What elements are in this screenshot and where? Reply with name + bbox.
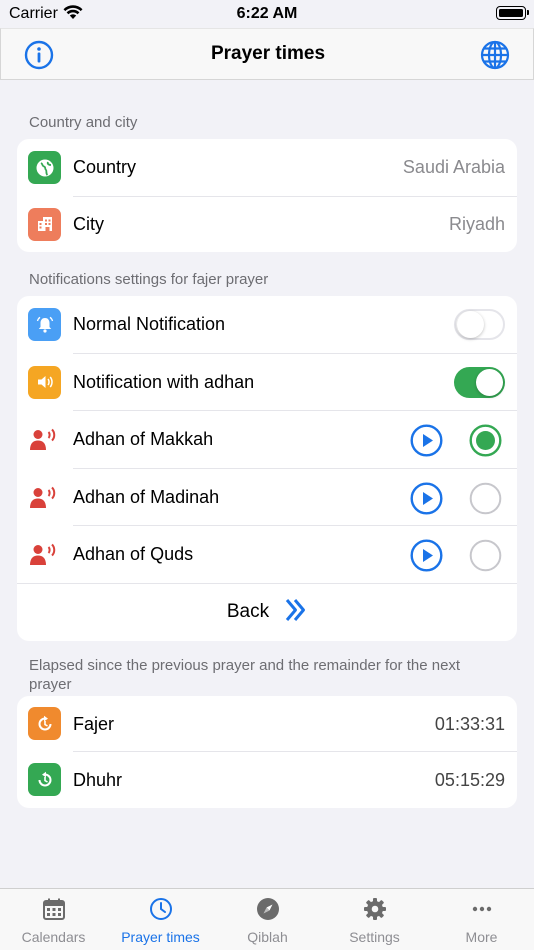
fajer-row: Fajer 01:33:31 <box>17 696 517 752</box>
fajer-elapsed-value: 01:33:31 <box>434 713 505 734</box>
country-value: Saudi Arabia <box>402 157 505 178</box>
tab-settings-label: Settings <box>349 929 400 945</box>
sound-icon <box>28 365 61 399</box>
adhan-notification-label: Notification with adhan <box>73 371 255 392</box>
gear-icon <box>321 897 428 921</box>
tab-calendars[interactable]: Calendars <box>0 889 107 950</box>
tab-calendars-label: Calendars <box>21 929 86 945</box>
battery-icon <box>496 6 529 20</box>
elapsed-section-header: Elapsed since the previous prayer and th… <box>29 657 461 693</box>
double-chevron-right-icon <box>285 598 307 627</box>
calendar-icon <box>0 897 107 921</box>
compass-icon <box>214 897 321 921</box>
normal-notification-toggle[interactable] <box>454 309 505 341</box>
tab-more-label: More <box>465 929 498 945</box>
back-label: Back <box>226 601 270 622</box>
adhan-makkah-label: Adhan of Makkah <box>73 429 214 450</box>
dhuhr-row: Dhuhr 05:15:29 <box>17 752 517 808</box>
back-button[interactable]: Back <box>17 584 517 641</box>
play-icon[interactable] <box>410 481 443 520</box>
adhan-quds-row[interactable]: Adhan of Quds <box>17 526 517 584</box>
adhan-madinah-label: Adhan of Madinah <box>73 486 220 507</box>
adhan-quds-label: Adhan of Quds <box>73 544 194 565</box>
tab-qiblah-label: Qiblah <box>247 929 288 945</box>
dhuhr-remaining-value: 05:15:29 <box>434 769 505 790</box>
location-group: Country Saudi Arabia City Riyadh <box>17 139 517 252</box>
tab-prayer-times-label: Prayer times <box>121 929 200 945</box>
notifications-group: Normal Notification Notification with ad… <box>17 296 517 641</box>
city-value: Riyadh <box>448 213 505 234</box>
tab-more[interactable]: More <box>428 889 534 950</box>
adhan-notification-toggle[interactable] <box>454 366 505 398</box>
radio-selected-icon[interactable] <box>469 424 502 462</box>
elapsed-group: Fajer 01:33:31 Dhuhr 05:15:29 <box>17 696 517 808</box>
city-row[interactable]: City Riyadh <box>17 197 517 252</box>
radio-unselected-icon[interactable] <box>469 539 502 577</box>
speaking-person-icon <box>30 543 60 572</box>
normal-notification-label: Normal Notification <box>73 314 226 335</box>
building-icon <box>28 207 61 241</box>
navigation-bar: Prayer times <box>0 28 534 80</box>
country-label: Country <box>73 157 137 178</box>
more-icon <box>428 897 534 921</box>
tab-qiblah[interactable]: Qiblah <box>214 889 321 950</box>
bell-icon <box>28 308 61 341</box>
dhuhr-label: Dhuhr <box>73 769 123 790</box>
radio-unselected-icon[interactable] <box>469 482 502 520</box>
country-row[interactable]: Country Saudi Arabia <box>17 139 517 197</box>
play-icon[interactable] <box>410 539 443 577</box>
adhan-notification-row: Notification with adhan <box>17 354 517 411</box>
notifications-section-header: Notifications settings for fajer prayer <box>29 271 269 288</box>
globe-icon <box>28 151 61 184</box>
adhan-makkah-row[interactable]: Adhan of Makkah <box>17 411 517 469</box>
clock-icon <box>107 897 214 921</box>
globe-icon[interactable] <box>479 39 511 71</box>
fajer-label: Fajer <box>73 713 115 734</box>
play-icon[interactable] <box>410 424 443 462</box>
status-bar: Carrier 6:22 AM <box>0 0 534 30</box>
page-title: Prayer times <box>210 43 326 64</box>
adhan-madinah-row[interactable]: Adhan of Madinah <box>17 469 517 526</box>
location-section-header: Country and city <box>29 114 138 131</box>
history-icon <box>28 763 61 796</box>
status-time: 6:22 AM <box>236 5 298 22</box>
city-label: City <box>73 213 104 234</box>
tab-settings[interactable]: Settings <box>321 889 428 950</box>
restart-icon <box>28 707 61 740</box>
tab-prayer-times[interactable]: Prayer times <box>107 889 214 950</box>
normal-notification-row: Normal Notification <box>17 296 517 354</box>
speaking-person-icon <box>30 486 60 515</box>
speaking-person-icon <box>30 428 60 457</box>
tab-bar: Calendars Prayer times Qiblah Settings M… <box>0 888 534 950</box>
